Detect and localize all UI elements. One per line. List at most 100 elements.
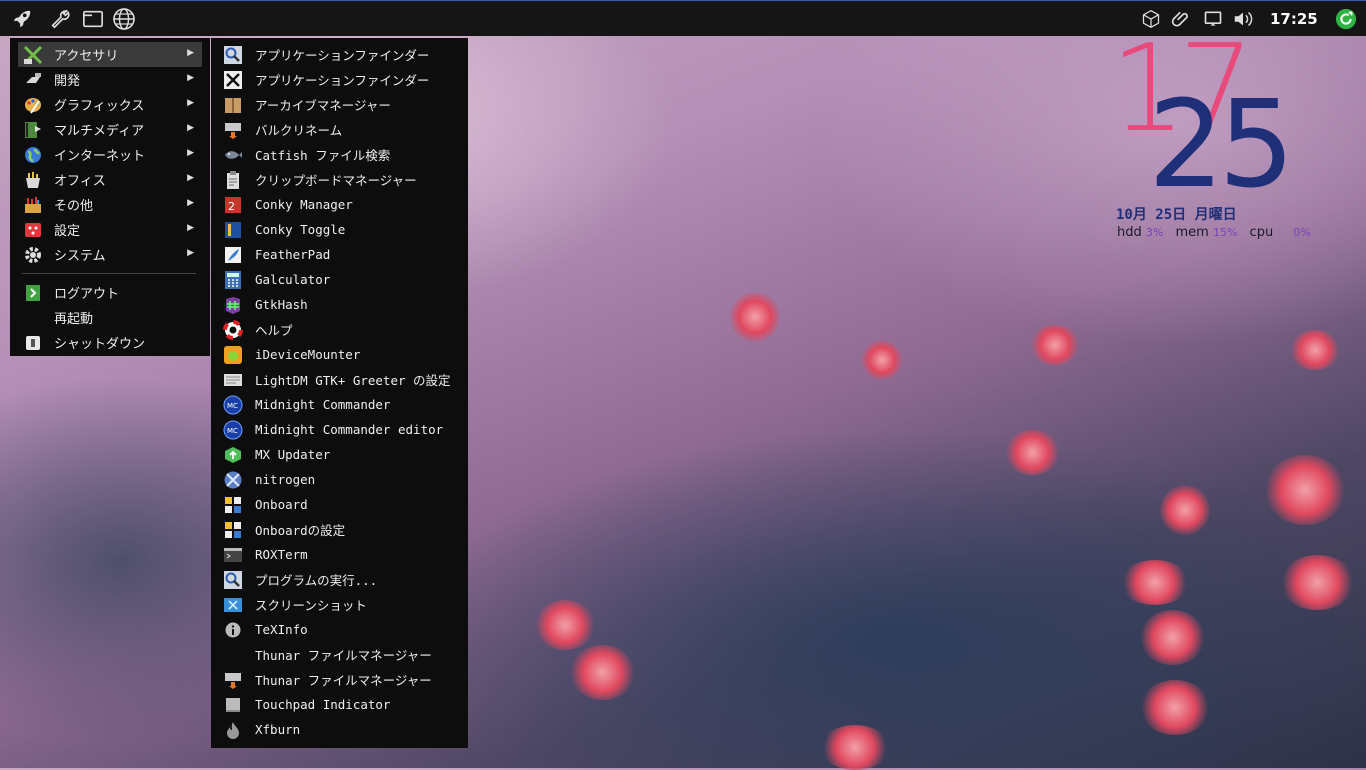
menu-item-office[interactable]: オフィス ▶ <box>18 167 202 192</box>
submenu-item-texinfo[interactable]: TeXInfo <box>211 617 468 642</box>
screenshot-icon <box>223 595 243 615</box>
svg-text:MC: MC <box>227 402 238 410</box>
submenu-item-screenshot[interactable]: スクリーンショット <box>211 592 468 617</box>
info-icon <box>223 620 243 640</box>
wallpaper-flower <box>730 292 780 342</box>
settings-icon <box>23 220 43 240</box>
shutdown-icon <box>23 333 43 353</box>
accessories-icon <box>23 45 43 65</box>
conky-stats: hdd 3% mem 15% cpu 0% <box>1117 225 1319 240</box>
submenu-item-help[interactable]: ヘルプ <box>211 317 468 342</box>
hash-icon <box>223 295 243 315</box>
wallpaper-flower <box>1280 555 1355 610</box>
lightdm-icon <box>223 370 243 390</box>
menu-item-reboot[interactable]: 再起動 <box>18 305 202 330</box>
idevice-icon <box>223 345 243 365</box>
wallpaper-flower <box>862 340 902 380</box>
submenu-item-idevicemounter[interactable]: iDeviceMounter <box>211 342 468 367</box>
submenu-item-galculator[interactable]: Galculator <box>211 267 468 292</box>
mc-icon: MC <box>223 395 243 415</box>
multimedia-icon <box>23 120 43 140</box>
submenu-item-lightdm-settings[interactable]: LightDM GTK+ Greeter の設定 <box>211 367 468 392</box>
submenu-item-thunar-2[interactable]: Thunar ファイルマネージャー <box>211 667 468 692</box>
graphics-icon <box>23 95 43 115</box>
search-icon <box>223 45 243 65</box>
catfish-icon <box>223 145 243 165</box>
menu-item-other[interactable]: その他 ▶ <box>18 192 202 217</box>
submenu-item-onboard-settings[interactable]: Onboardの設定 <box>211 517 468 542</box>
rename-icon <box>223 120 243 140</box>
menu-item-shutdown[interactable]: シャットダウン <box>18 330 202 355</box>
wallpaper-flower <box>1265 455 1345 525</box>
system-icon <box>23 245 43 265</box>
calculator-icon <box>223 270 243 290</box>
stat-value-cpu: 0% <box>1293 226 1311 239</box>
globe-icon[interactable] <box>112 7 136 31</box>
menu-item-settings[interactable]: 設定 ▶ <box>18 217 202 242</box>
menu-item-system[interactable]: システム ▶ <box>18 242 202 267</box>
menu-item-multimedia[interactable]: マルチメディア ▶ <box>18 117 202 142</box>
search-icon <box>223 570 243 590</box>
internet-icon <box>23 145 43 165</box>
svg-text:2: 2 <box>228 200 235 213</box>
submenu-item-featherpad[interactable]: FeatherPad <box>211 242 468 267</box>
lifebuoy-icon <box>223 319 243 340</box>
office-icon <box>23 170 43 190</box>
submenu-item-touchpad-indicator[interactable]: Touchpad Indicator <box>211 692 468 717</box>
menu-item-development[interactable]: 開発 ▶ <box>18 67 202 92</box>
x-icon <box>223 70 243 90</box>
wallpaper-flower <box>570 645 635 700</box>
conky-minute: 25 <box>1148 76 1295 215</box>
submenu-item-nitrogen[interactable]: nitrogen <box>211 467 468 492</box>
submenu-item-run-program[interactable]: プログラムの実行... <box>211 567 468 592</box>
submenu-item-clipboard-manager[interactable]: クリップボードマネージャー <box>211 167 468 192</box>
nitrogen-icon <box>223 470 243 490</box>
conky-toggle-icon <box>223 220 243 240</box>
wallpaper-flower <box>1290 330 1340 370</box>
submenu-item-roxterm[interactable]: ROXTerm <box>211 542 468 567</box>
mx-updater-icon <box>223 445 243 465</box>
submenu-item-midnight-commander-editor[interactable]: MC Midnight Commander editor <box>211 417 468 442</box>
submenu-item-gtkhash[interactable]: GtkHash <box>211 292 468 317</box>
submenu-item-appfinder-x[interactable]: アプリケーションファインダー <box>211 67 468 92</box>
rename-icon <box>223 670 243 690</box>
svg-text:MC: MC <box>227 427 238 435</box>
menu-item-graphics[interactable]: グラフィックス ▶ <box>18 92 202 117</box>
submenu-item-catfish[interactable]: Catfish ファイル検索 <box>211 142 468 167</box>
mc-icon: MC <box>223 420 243 440</box>
menu-item-internet[interactable]: インターネット ▶ <box>18 142 202 167</box>
rocket-icon[interactable] <box>10 7 34 31</box>
submenu-item-conky-toggle[interactable]: Conky Toggle <box>211 217 468 242</box>
submenu-item-appfinder[interactable]: アプリケーションファインダー <box>211 42 468 67</box>
menu-item-logout[interactable]: ログアウト <box>18 280 202 305</box>
onboard-icon <box>223 495 243 515</box>
update-icon[interactable] <box>1334 7 1358 31</box>
panel-clock[interactable]: 17:25 <box>1270 10 1318 28</box>
menu-separator <box>22 273 196 274</box>
submenu-item-mx-updater[interactable]: MX Updater <box>211 442 468 467</box>
stat-value-hdd: 3% <box>1145 226 1164 239</box>
submenu-item-onboard[interactable]: Onboard <box>211 492 468 517</box>
clipboard-icon <box>223 170 243 190</box>
window-icon[interactable] <box>81 7 105 31</box>
submenu-item-midnight-commander[interactable]: MC Midnight Commander <box>211 392 468 417</box>
wrench-icon[interactable] <box>48 7 72 31</box>
conky-manager-icon: 2 <box>223 195 243 215</box>
wallpaper-flower <box>820 725 890 770</box>
archive-icon <box>223 95 243 115</box>
wallpaper-flower <box>1005 430 1060 475</box>
menu-item-accessories[interactable]: アクセサリ ▶ <box>18 42 202 67</box>
conky-date: 10月 25日 月曜日 <box>1116 207 1237 223</box>
wallpaper-flower <box>535 600 595 650</box>
submenu-item-bulk-rename[interactable]: バルクリネーム <box>211 117 468 142</box>
main-menu: アクセサリ ▶ 開発 ▶ グラフィックス ▶ マルチメディア ▶ インターネット… <box>10 38 210 356</box>
other-icon <box>23 195 43 215</box>
submenu-item-thunar[interactable]: Thunar ファイルマネージャー <box>211 642 468 667</box>
stat-label-mem: mem <box>1175 225 1209 240</box>
submenu-item-conky-manager[interactable]: 2 Conky Manager <box>211 192 468 217</box>
stat-value-mem: 15% <box>1212 226 1238 239</box>
flame-icon <box>223 720 243 740</box>
submenu-item-archive-manager[interactable]: アーカイブマネージャー <box>211 92 468 117</box>
submenu-item-xfburn[interactable]: Xfburn <box>211 717 468 742</box>
touchpad-icon <box>223 695 243 715</box>
